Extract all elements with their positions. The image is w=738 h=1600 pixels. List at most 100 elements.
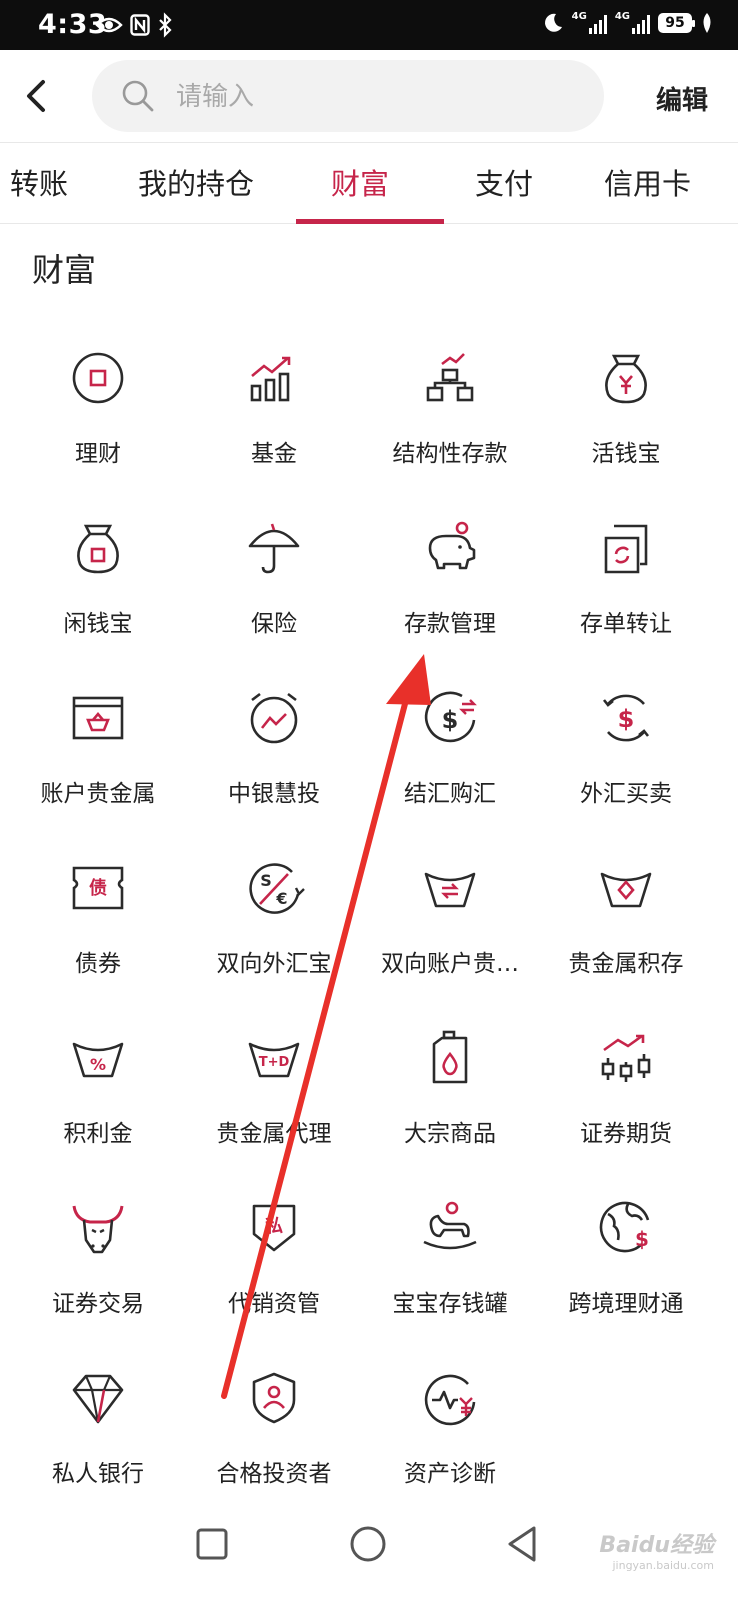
search-input[interactable] xyxy=(174,74,578,120)
grid-item-label: 存款管理 xyxy=(404,611,496,637)
grid-item-fund[interactable]: 基金 xyxy=(182,330,366,500)
diamond-icon xyxy=(72,1374,124,1424)
nfc-icon xyxy=(130,14,150,36)
grid-item-cd-transfer[interactable]: 存单转让 xyxy=(534,500,718,670)
tab-credit-card[interactable]: 信用卡 xyxy=(604,161,691,203)
chevron-left-icon xyxy=(27,80,45,112)
grid-item-label: 理财 xyxy=(75,441,121,467)
tab-transfer[interactable]: 转账 xyxy=(10,161,68,203)
search-icon xyxy=(122,80,154,112)
triangle-back-icon xyxy=(508,1526,536,1562)
grid-item-securities-trading[interactable]: 证券交易 xyxy=(6,1180,190,1350)
category-tabs: 转账 我的持仓 财富 支付 信用卡 xyxy=(0,142,738,224)
candlestick-icon xyxy=(601,1034,651,1082)
grid-item-insurance[interactable]: 保险 xyxy=(182,500,366,670)
money-bag-yen-icon xyxy=(605,354,647,404)
grid-item-cross-border-wealth[interactable]: $ 跨境理财通 xyxy=(534,1180,718,1350)
grid-item-label: 贵金属积存 xyxy=(568,951,684,977)
grid-item-zhongyin-huitou[interactable]: 中银慧投 xyxy=(182,670,366,840)
grid-item-label: 账户贵金属 xyxy=(40,781,156,807)
grid-item-agency-asset-management[interactable]: 私 代销资管 xyxy=(182,1180,366,1350)
grid-item-metal-agency[interactable]: T+D 贵金属代理 xyxy=(182,1010,366,1180)
grid-item-label: 基金 xyxy=(251,441,297,467)
tab-payment[interactable]: 支付 xyxy=(475,161,533,203)
grid-item-label: 跨境理财通 xyxy=(568,1291,684,1317)
structured-deposit-icon xyxy=(426,353,474,402)
grid-item-fx-settlement[interactable]: $ 结汇购汇 xyxy=(358,670,542,840)
ingot-diamond-icon xyxy=(600,872,652,908)
bond-ticket-icon: 债 xyxy=(72,866,124,910)
grid-item-licai[interactable]: 理财 xyxy=(6,330,190,500)
grid-item-securities-futures[interactable]: 证券期货 xyxy=(534,1010,718,1180)
recent-apps-button[interactable] xyxy=(182,1514,242,1574)
grid-item-label: 资产诊断 xyxy=(404,1461,496,1487)
umbrella-icon xyxy=(248,523,300,574)
dollar-cycle-icon: $ xyxy=(602,694,650,742)
grid-item-huoqianbao[interactable]: 活钱宝 xyxy=(534,330,718,500)
wealth-coin-icon xyxy=(72,352,124,404)
svg-text:€: € xyxy=(275,889,287,908)
grid-item-label: 合格投资者 xyxy=(216,1461,332,1487)
grid-item-label: 代销资管 xyxy=(228,1291,320,1317)
grid-item-label: 中银慧投 xyxy=(228,781,320,807)
header: 编辑 xyxy=(0,50,738,142)
exchange-dollar-icon: $ xyxy=(424,691,477,743)
money-bag-icon xyxy=(77,524,119,574)
section-title: 财富 xyxy=(32,251,97,289)
svg-text:T+D: T+D xyxy=(259,1055,290,1070)
grid-item-label: 证券交易 xyxy=(52,1291,144,1317)
alarm-chart-icon xyxy=(250,692,298,744)
back-nav-button[interactable] xyxy=(494,1514,554,1574)
svg-text:私: 私 xyxy=(265,1216,283,1237)
watermark-text: Baidu经验 xyxy=(599,1533,714,1558)
dollar-euro-icon: S € xyxy=(249,863,305,914)
grid-item-label: 保险 xyxy=(251,611,297,637)
grid-item-label: 证券期货 xyxy=(580,1121,672,1147)
grid-item-account-precious-metal[interactable]: 账户贵金属 xyxy=(6,670,190,840)
grid-item-xianqianbao[interactable]: 闲钱宝 xyxy=(6,500,190,670)
grid-item-label: 双向外汇宝 xyxy=(216,951,332,977)
tab-wealth[interactable]: 财富 xyxy=(331,161,389,203)
active-tab-indicator xyxy=(296,219,444,224)
svg-text:$: $ xyxy=(618,705,635,733)
grid-item-label: 双向账户贵… xyxy=(381,951,519,977)
watermark: Baidu经验 jingyan.baidu.com xyxy=(599,1527,714,1572)
back-button[interactable] xyxy=(18,74,58,118)
leaf-icon xyxy=(703,13,711,33)
grid-item-label: 活钱宝 xyxy=(591,441,661,467)
bluetooth-icon xyxy=(159,12,172,38)
grid-item-metal-accumulation[interactable]: 贵金属积存 xyxy=(534,840,718,1010)
network-type-2: 4G xyxy=(614,11,630,22)
grid-item-label: 大宗商品 xyxy=(404,1121,496,1147)
signal-bars-icon xyxy=(588,14,607,34)
signal-1: 4G xyxy=(572,12,607,34)
fund-bar-chart-icon xyxy=(250,356,291,402)
grid-item-baby-piggy-bank[interactable]: 宝宝存钱罐 xyxy=(358,1180,542,1350)
grid-item-bond[interactable]: 债 债券 xyxy=(6,840,190,1010)
investor-shield-icon xyxy=(252,1372,296,1424)
square-icon xyxy=(196,1528,228,1560)
grid-item-dual-fx[interactable]: S € 双向外汇宝 xyxy=(182,840,366,1010)
certificate-transfer-icon xyxy=(604,524,648,574)
grid-item-deposit-management[interactable]: 存款管理 xyxy=(358,500,542,670)
svg-text:债: 债 xyxy=(89,877,107,899)
rocking-horse-icon xyxy=(423,1201,477,1250)
edit-button[interactable]: 编辑 xyxy=(656,80,708,117)
bull-icon xyxy=(72,1205,124,1254)
eye-icon xyxy=(95,17,123,33)
grid-item-dual-account-metal[interactable]: 双向账户贵… xyxy=(358,840,542,1010)
grid-item-fx-trading[interactable]: $ 外汇买卖 xyxy=(534,670,718,840)
grid-item-label: 外汇买卖 xyxy=(580,781,672,807)
oil-can-icon xyxy=(432,1030,468,1084)
ingot-td-icon: T+D xyxy=(248,1042,300,1078)
tab-my-holdings[interactable]: 我的持仓 xyxy=(138,161,254,203)
battery-icon: 95 xyxy=(658,13,695,33)
home-button[interactable] xyxy=(338,1514,398,1574)
grid-item-commodity[interactable]: 大宗商品 xyxy=(358,1010,542,1180)
grid-item-jilijin[interactable]: % 积利金 xyxy=(6,1010,190,1180)
grid-item-structured-deposit[interactable]: 结构性存款 xyxy=(358,330,542,500)
private-shield-icon: 私 xyxy=(252,1204,296,1252)
grid-item-label: 积利金 xyxy=(63,1121,133,1147)
grid-item-label: 私人银行 xyxy=(52,1461,144,1487)
search-box[interactable] xyxy=(92,60,604,132)
